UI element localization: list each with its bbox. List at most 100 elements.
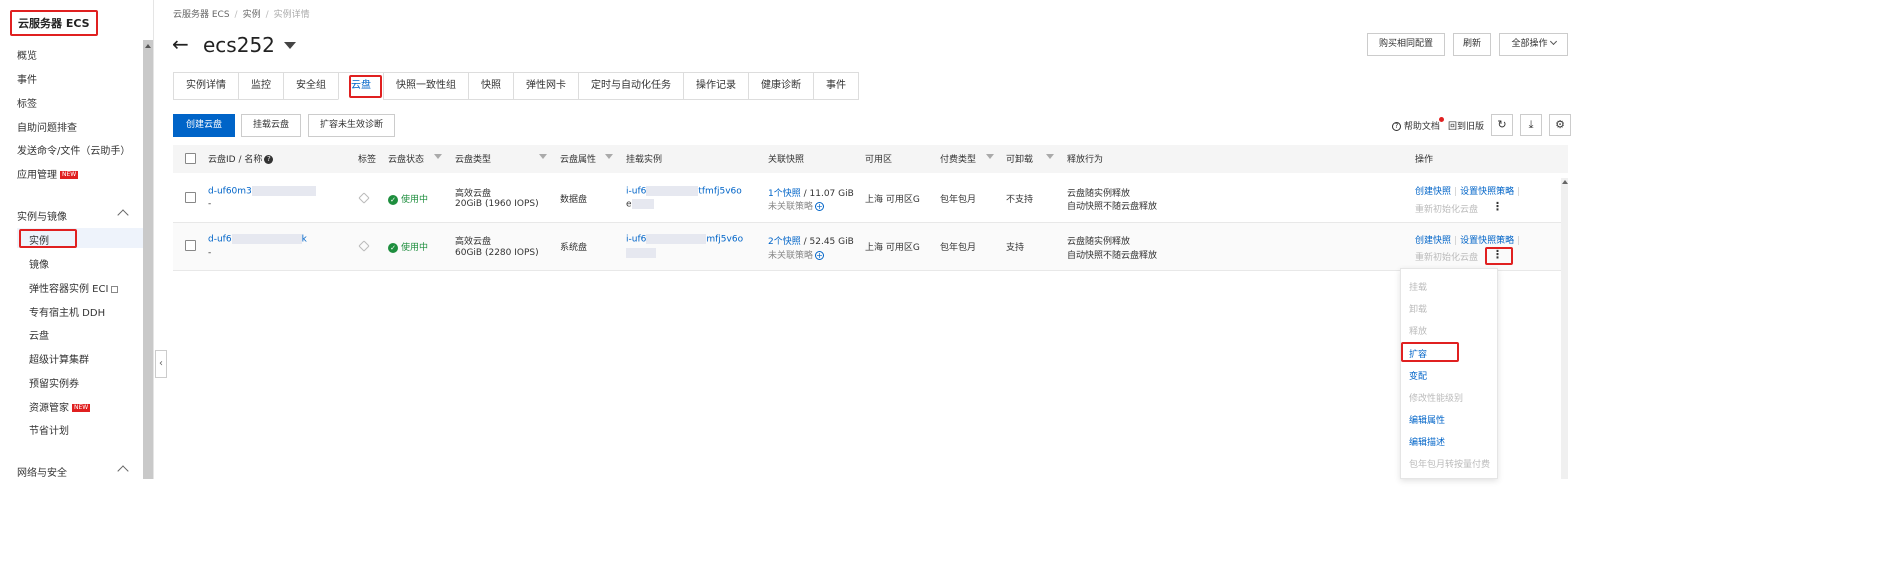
sidebar-item-self-troubleshoot[interactable]: 自助问题排查 (17, 119, 77, 134)
help-doc-link[interactable]: ? 帮助文档 (1390, 119, 1440, 132)
breadcrumb-instances[interactable]: 实例 (243, 10, 261, 20)
sidebar-item-images[interactable]: 镜像 (29, 256, 49, 271)
add-policy-icon[interactable]: + (815, 251, 825, 260)
all-operations-button[interactable]: 全部操作 (1499, 33, 1568, 56)
refresh-button[interactable]: 刷新 (1453, 33, 1491, 56)
tab-security-groups[interactable]: 安全组 (283, 72, 339, 100)
create-snapshot-link[interactable]: 创建快照 (1415, 187, 1451, 197)
tab-monitoring[interactable]: 监控 (238, 72, 284, 100)
sidebar-item-overview[interactable]: 概览 (17, 47, 37, 62)
filter-icon[interactable] (434, 154, 442, 159)
expand-diagnosis-button[interactable]: 扩容未生效诊断 (308, 114, 395, 137)
sidebar-item-eci[interactable]: 弹性容器实例 ECI (29, 280, 119, 295)
disk-id-link[interactable]: d-uf60m3 (208, 186, 316, 197)
tab-snapshot-consistency[interactable]: 快照一致性组 (383, 72, 469, 100)
sidebar-group-network-security[interactable]: 网络与安全 (17, 464, 67, 479)
breadcrumb: 云服务器 ECS / 实例 / 实例详情 (173, 7, 310, 20)
tab-scheduled-tasks[interactable]: 定时与自动化任务 (578, 72, 684, 100)
breadcrumb-ecs[interactable]: 云服务器 ECS (173, 10, 230, 20)
sidebar-item-send-command[interactable]: 发送命令/文件（云助手） (17, 142, 130, 157)
sidebar-item-savings-plan[interactable]: 节省计划 (29, 422, 69, 437)
sidebar-collapse-button[interactable]: ‹ (155, 350, 167, 378)
create-disk-button[interactable]: 创建云盘 (173, 114, 235, 137)
sidebar-item-resource-manager[interactable]: 资源管家 NEW (29, 399, 91, 414)
row-checkbox[interactable] (185, 240, 196, 251)
tag-icon[interactable] (358, 192, 370, 204)
set-snapshot-policy-link[interactable]: 设置快照策略 (1460, 236, 1514, 246)
sidebar-item-tags[interactable]: 标签 (17, 95, 37, 110)
filter-icon[interactable] (605, 154, 613, 159)
add-policy-icon[interactable]: + (815, 202, 825, 211)
help-icon[interactable]: ? (264, 155, 274, 164)
chevron-up-icon[interactable] (117, 209, 129, 221)
filter-icon[interactable] (986, 154, 994, 159)
sidebar-item-app-management[interactable]: 应用管理 NEW (17, 166, 79, 181)
sidebar-item-events[interactable]: 事件 (17, 71, 37, 86)
snapshot-count-link[interactable]: 1个快照 (768, 189, 801, 199)
more-actions-icon[interactable]: ⋮ (1492, 200, 1503, 213)
sidebar-group-instances-images[interactable]: 实例与镜像 (17, 208, 67, 223)
tab-snapshots[interactable]: 快照 (468, 72, 514, 100)
disk-type: 高效云盘 (455, 237, 492, 247)
sidebar-title[interactable]: 云服务器 ECS (10, 10, 98, 36)
menu-item-attach[interactable]: 挂载 (1409, 280, 1427, 293)
sidebar-item-disks[interactable]: 云盘 (29, 327, 49, 342)
column-header-status: 云盘状态 (388, 155, 425, 165)
table-scrollbar[interactable] (1561, 178, 1568, 479)
tab-health-diagnosis[interactable]: 健康诊断 (748, 72, 814, 100)
buy-same-config-button[interactable]: 购买相同配置 (1367, 33, 1445, 56)
chevron-up-icon[interactable] (117, 465, 129, 477)
back-to-old-version-link[interactable]: 回到旧版 (1448, 119, 1484, 132)
row-checkbox[interactable] (185, 192, 196, 203)
detachable: 不支持 (1006, 195, 1034, 205)
refresh-icon[interactable]: ↻ (1491, 114, 1513, 136)
column-header-snapshot: 关联快照 (768, 155, 805, 165)
instance-id-suffix: mfj5v6o (706, 234, 744, 245)
snapshot-info: 2个快照 / 52.45 GiB (768, 234, 854, 247)
disk-id-link[interactable]: d-uf6 k (208, 234, 307, 245)
new-badge: NEW (60, 171, 79, 179)
sidebar-item-reserved[interactable]: 预留实例券 (29, 375, 79, 390)
menu-item-convert-billing[interactable]: 包年包月转按量付费 (1409, 457, 1490, 470)
filter-icon[interactable] (1046, 154, 1054, 159)
back-arrow-icon[interactable]: ← (172, 32, 189, 56)
release-behavior-1: 云盘随实例释放 (1067, 237, 1131, 247)
sidebar-scrollbar[interactable] (143, 40, 153, 479)
reinit-disk-link[interactable]: 重新初始化云盘 (1415, 202, 1478, 215)
select-all-checkbox[interactable] (185, 153, 196, 164)
scroll-up-arrow-icon[interactable] (145, 44, 151, 48)
create-snapshot-link[interactable]: 创建快照 (1415, 236, 1451, 246)
tab-instance-details[interactable]: 实例详情 (173, 72, 239, 100)
caret-down-icon[interactable] (284, 42, 296, 49)
sidebar-item-scc[interactable]: 超级计算集群 (29, 351, 89, 366)
instance-name (626, 248, 656, 259)
settings-icon[interactable]: ⚙ (1549, 114, 1571, 136)
tab-eni[interactable]: 弹性网卡 (513, 72, 579, 100)
menu-item-edit-description[interactable]: 编辑描述 (1409, 435, 1445, 448)
attach-disk-button[interactable]: 挂载云盘 (241, 114, 301, 137)
sidebar-item-ddh[interactable]: 专有宿主机 DDH (29, 304, 105, 319)
menu-item-detach[interactable]: 卸载 (1409, 302, 1427, 315)
menu-item-release[interactable]: 释放 (1409, 324, 1427, 337)
download-icon[interactable]: ⤓ (1520, 114, 1542, 136)
menu-item-modify-performance[interactable]: 修改性能级别 (1409, 391, 1463, 404)
instance-link[interactable]: i-uf6 tfmfj5v6o (626, 186, 742, 197)
tab-events[interactable]: 事件 (813, 72, 859, 100)
menu-item-edit-attributes[interactable]: 编辑属性 (1409, 413, 1445, 426)
filter-icon[interactable] (539, 154, 547, 159)
status-badge: ✓ 使用中 (388, 240, 428, 253)
highlight-box-instances (19, 229, 77, 248)
highlight-box-more (1485, 247, 1513, 265)
instance-link[interactable]: i-uf6 mfj5v6o (626, 234, 743, 245)
sidebar-item-label: 资源管家 (29, 403, 69, 414)
tab-operation-log[interactable]: 操作记录 (683, 72, 749, 100)
menu-item-change-config[interactable]: 变配 (1409, 369, 1427, 382)
disk-name: - (208, 248, 212, 258)
snapshot-count-link[interactable]: 2个快照 (768, 237, 801, 247)
reinit-disk-link[interactable]: 重新初始化云盘 (1415, 250, 1478, 263)
column-header-release: 释放行为 (1067, 155, 1104, 165)
scroll-up-arrow-icon[interactable] (1562, 180, 1568, 184)
set-snapshot-policy-link[interactable]: 设置快照策略 (1460, 187, 1514, 197)
redacted-block (646, 234, 707, 244)
detachable: 支持 (1006, 243, 1025, 253)
